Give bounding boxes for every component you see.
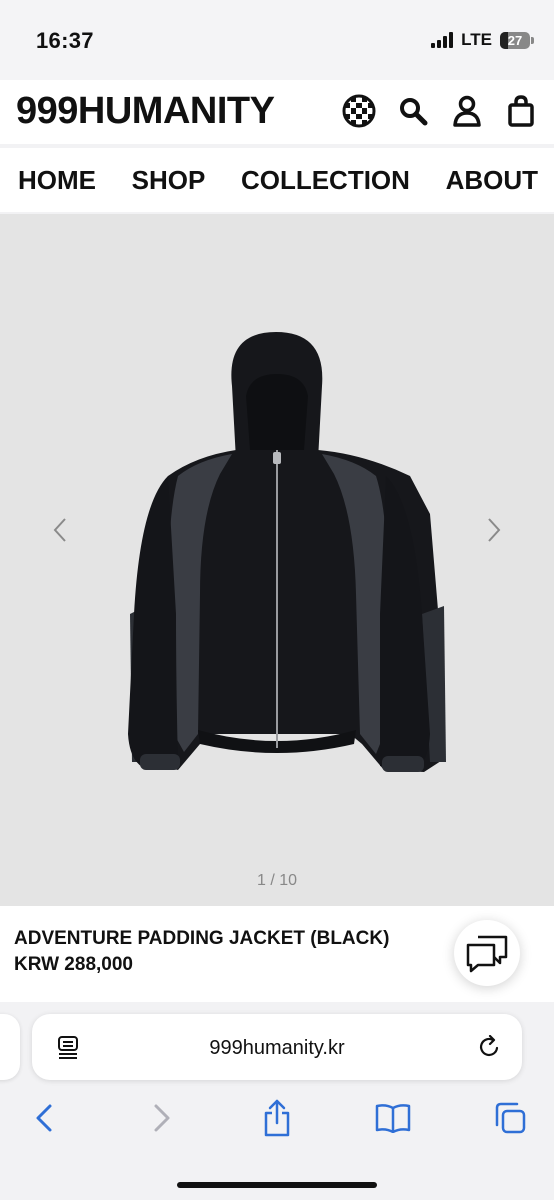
site-logo[interactable]: 999HUMANITY <box>16 90 275 133</box>
forward-icon[interactable] <box>142 1098 182 1138</box>
browser-chrome: 999humanity.kr <box>0 1002 554 1200</box>
share-icon[interactable] <box>257 1098 297 1138</box>
bookmarks-icon[interactable] <box>373 1098 413 1138</box>
network-type: LTE <box>461 30 492 49</box>
chat-icon <box>466 935 508 973</box>
product-price: KRW 288,000 <box>14 954 133 975</box>
status-time: 16:37 <box>36 28 94 53</box>
nav-about[interactable]: ABOUT <box>446 165 538 196</box>
tabs-icon[interactable] <box>490 1098 530 1138</box>
browser-toolbar <box>0 1098 554 1142</box>
battery-level: 27 <box>507 32 523 48</box>
signal-icon <box>431 32 454 48</box>
bag-icon[interactable] <box>504 94 538 128</box>
nav-collection[interactable]: COLLECTION <box>241 165 410 196</box>
product-image <box>128 332 446 772</box>
chevron-right-icon[interactable] <box>474 510 514 550</box>
product-gallery[interactable]: 1 / 10 <box>0 214 554 906</box>
url-text[interactable]: 999humanity.kr <box>32 1037 522 1060</box>
chat-button[interactable] <box>454 920 520 986</box>
battery-icon: 27 <box>500 31 534 49</box>
gallery-counter: 1 / 10 <box>256 872 298 889</box>
reload-icon[interactable] <box>478 1034 502 1064</box>
address-bar[interactable]: 999humanity.kr <box>32 1014 522 1080</box>
home-indicator <box>177 1182 377 1188</box>
chevron-left-icon[interactable] <box>40 510 80 550</box>
user-icon[interactable] <box>450 94 484 128</box>
globe-icon[interactable] <box>342 94 376 128</box>
nav-home[interactable]: HOME <box>18 165 96 196</box>
main-nav: HOME SHOP COLLECTION ABOUT <box>0 148 554 212</box>
header-icons <box>342 94 538 128</box>
back-icon[interactable] <box>24 1098 64 1138</box>
site-header: 999HUMANITY <box>0 80 554 144</box>
status-indicators: LTE 27 <box>431 30 534 50</box>
previous-tab-card[interactable] <box>0 1014 20 1080</box>
nav-shop[interactable]: SHOP <box>132 165 206 196</box>
product-info: ADVENTURE PADDING JACKET (BLACK) KRW 288… <box>0 906 554 1002</box>
product-name: ADVENTURE PADDING JACKET (BLACK) <box>14 928 390 949</box>
search-icon[interactable] <box>396 94 430 128</box>
status-bar: 16:37 LTE 27 <box>0 0 554 80</box>
